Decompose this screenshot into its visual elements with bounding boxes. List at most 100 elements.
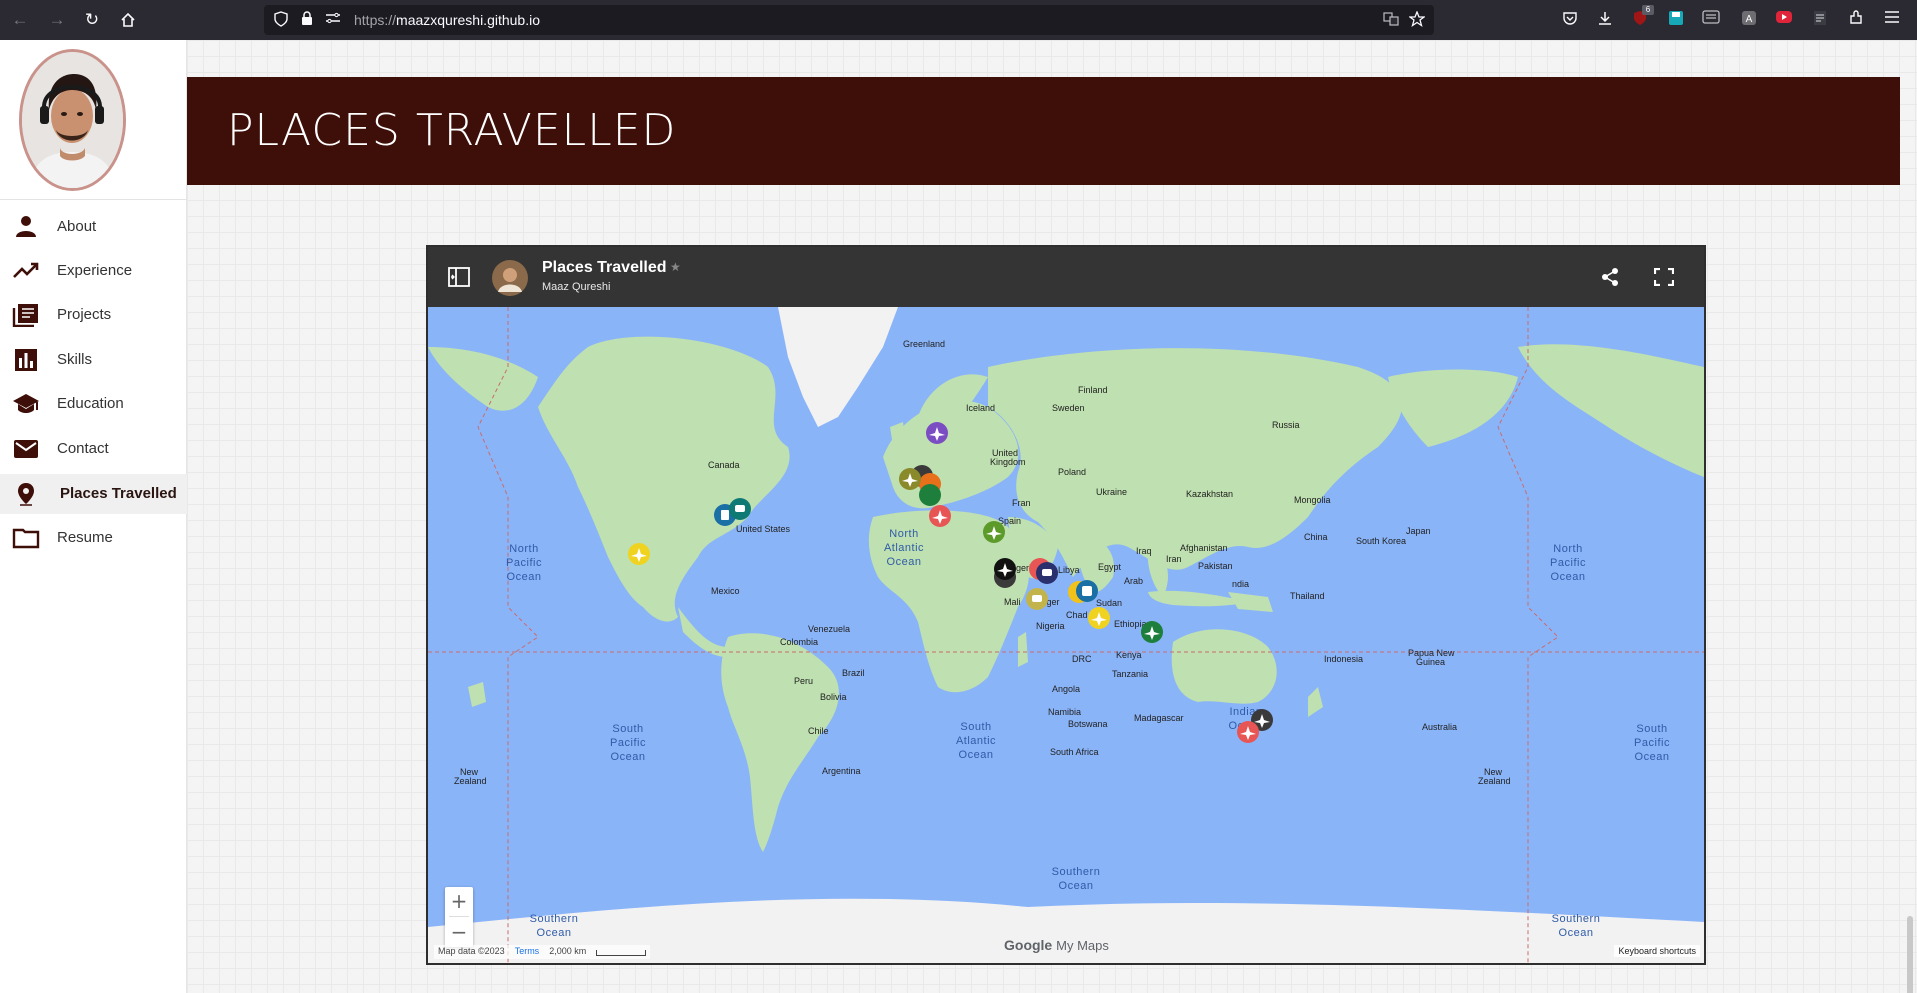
sidebar-item-experience[interactable]: Experience (0, 251, 187, 291)
bar-chart-icon (15, 349, 37, 371)
sidebar-item-label: Resume (57, 529, 113, 546)
youtube-extension-icon[interactable] (1774, 10, 1794, 30)
sidebar-item-label: About (57, 218, 97, 235)
section-banner: PLACES TRAVELLED (187, 77, 1900, 185)
extension-a-icon[interactable]: A (1739, 10, 1759, 30)
svg-text:Egypt: Egypt (1098, 562, 1122, 572)
sidebar-item-places-travelled[interactable]: Places Travelled (0, 474, 187, 514)
page-body: About Experience Projects Skills Educati… (0, 40, 1917, 993)
translate-icon[interactable] (1382, 11, 1400, 29)
sidebar-item-projects[interactable]: Projects (0, 295, 187, 335)
sidebar-item-skills[interactable]: Skills (0, 340, 187, 380)
svg-text:Poland: Poland (1058, 467, 1086, 477)
svg-text:Sweden: Sweden (1052, 403, 1085, 413)
sidebar-item-contact[interactable]: Contact (0, 429, 187, 469)
legend-toggle-icon[interactable] (448, 267, 470, 287)
svg-text:Tanzania: Tanzania (1112, 669, 1148, 679)
zoom-out-button[interactable]: − (445, 918, 473, 946)
fullscreen-icon[interactable] (1654, 268, 1674, 286)
svg-text:Greenland: Greenland (903, 339, 945, 349)
svg-text:Indonesia: Indonesia (1324, 654, 1363, 664)
sidebar-item-label: Experience (57, 262, 133, 279)
lock-icon[interactable] (298, 11, 316, 29)
svg-text:Ocean: Ocean (1551, 571, 1586, 583)
save-page-icon[interactable] (1666, 10, 1686, 30)
share-icon[interactable] (1601, 267, 1619, 287)
star-icon[interactable]: ★ (670, 260, 681, 274)
svg-text:Iceland: Iceland (966, 403, 995, 413)
mail-icon (14, 440, 38, 458)
svg-text:Thailand: Thailand (1290, 591, 1325, 601)
svg-text:Japan: Japan (1406, 526, 1431, 536)
svg-text:South Korea: South Korea (1356, 536, 1406, 546)
svg-text:Fran: Fran (1012, 498, 1031, 508)
svg-text:Ocean: Ocean (611, 751, 646, 763)
svg-text:Southern: Southern (1052, 866, 1101, 878)
terms-link[interactable]: Terms (515, 946, 540, 958)
svg-text:Iraq: Iraq (1136, 546, 1152, 556)
svg-text:Madagascar: Madagascar (1134, 713, 1184, 723)
map-author[interactable]: Maaz Qureshi (542, 281, 610, 293)
reader-icon[interactable] (1701, 10, 1721, 30)
sidebar-item-label: Projects (57, 306, 112, 323)
pocket-icon[interactable] (1560, 10, 1580, 30)
svg-text:South: South (1636, 723, 1667, 735)
svg-text:Ocean: Ocean (507, 571, 542, 583)
forward-icon[interactable]: → (45, 8, 69, 32)
svg-text:Kingdom: Kingdom (990, 457, 1026, 467)
download-icon[interactable] (1595, 10, 1615, 30)
extensions-icon[interactable] (1846, 10, 1866, 30)
svg-text:United States: United States (736, 524, 791, 534)
sidebar-item-resume[interactable]: Resume (0, 518, 187, 558)
menu-icon[interactable] (1882, 10, 1902, 30)
keyboard-shortcuts-button[interactable]: Keyboard shortcuts (1614, 945, 1700, 957)
svg-text:Pacific: Pacific (610, 737, 646, 749)
svg-text:Atlantic: Atlantic (956, 735, 996, 747)
svg-text:A: A (1746, 14, 1753, 25)
url-bar[interactable]: https://maazxqureshi.github.io (264, 5, 1434, 35)
svg-text:Sudan: Sudan (1096, 598, 1122, 608)
svg-text:Bolivia: Bolivia (820, 692, 847, 702)
svg-text:Namibia: Namibia (1048, 707, 1081, 717)
permissions-icon[interactable] (324, 11, 342, 29)
back-icon[interactable]: ← (8, 8, 32, 32)
zoom-control: + − (445, 887, 473, 947)
svg-text:Afghanistan: Afghanistan (1180, 543, 1228, 553)
svg-text:Kenya: Kenya (1116, 650, 1142, 660)
url-text[interactable]: https://maazxqureshi.github.io (354, 12, 540, 28)
page-title: PLACES TRAVELLED (227, 105, 677, 156)
notes-extension-icon[interactable] (1810, 10, 1830, 30)
map-canvas[interactable]: North Pacific Ocean North Atlantic Ocean… (428, 307, 1704, 963)
reload-icon[interactable]: ↻ (80, 8, 104, 32)
svg-text:Colombia: Colombia (780, 637, 818, 647)
svg-text:Atlantic: Atlantic (884, 542, 924, 554)
home-icon[interactable] (116, 8, 140, 32)
svg-text:Kazakhstan: Kazakhstan (1186, 489, 1233, 499)
main-content: PLACES TRAVELLED Places Travelled ★ Maaz… (187, 40, 1917, 993)
sidebar-item-education[interactable]: Education (0, 384, 187, 424)
scrollbar-thumb[interactable] (1907, 916, 1913, 993)
svg-text:Arab: Arab (1124, 576, 1143, 586)
map-embed: Places Travelled ★ Maaz Qureshi North Pa… (426, 245, 1706, 965)
svg-text:Ethiopia: Ethiopia (1114, 619, 1147, 629)
map-title[interactable]: Places Travelled (542, 259, 667, 277)
avatar (19, 49, 126, 191)
svg-text:Mongolia: Mongolia (1294, 495, 1331, 505)
sidebar: About Experience Projects Skills Educati… (0, 40, 187, 993)
svg-text:Libya: Libya (1058, 565, 1080, 575)
bookmark-star-icon[interactable] (1408, 10, 1426, 29)
shield-icon[interactable] (272, 11, 290, 29)
svg-text:Ukraine: Ukraine (1096, 487, 1127, 497)
zoom-in-button[interactable]: + (445, 887, 473, 915)
browser-toolbar: ← → ↻ https://maazxqureshi.github.io 6 A (0, 0, 1917, 40)
svg-text:Botswana: Botswana (1068, 719, 1108, 729)
svg-text:DRC: DRC (1072, 654, 1092, 664)
scale-bar (596, 950, 647, 956)
svg-text:Iran: Iran (1166, 554, 1182, 564)
sidebar-item-about[interactable]: About (0, 207, 187, 247)
svg-text:Zealand: Zealand (454, 776, 487, 786)
svg-text:Peru: Peru (794, 676, 813, 686)
svg-text:Chile: Chile (808, 726, 829, 736)
svg-text:Ocean: Ocean (887, 556, 922, 568)
svg-text:South: South (960, 721, 991, 733)
